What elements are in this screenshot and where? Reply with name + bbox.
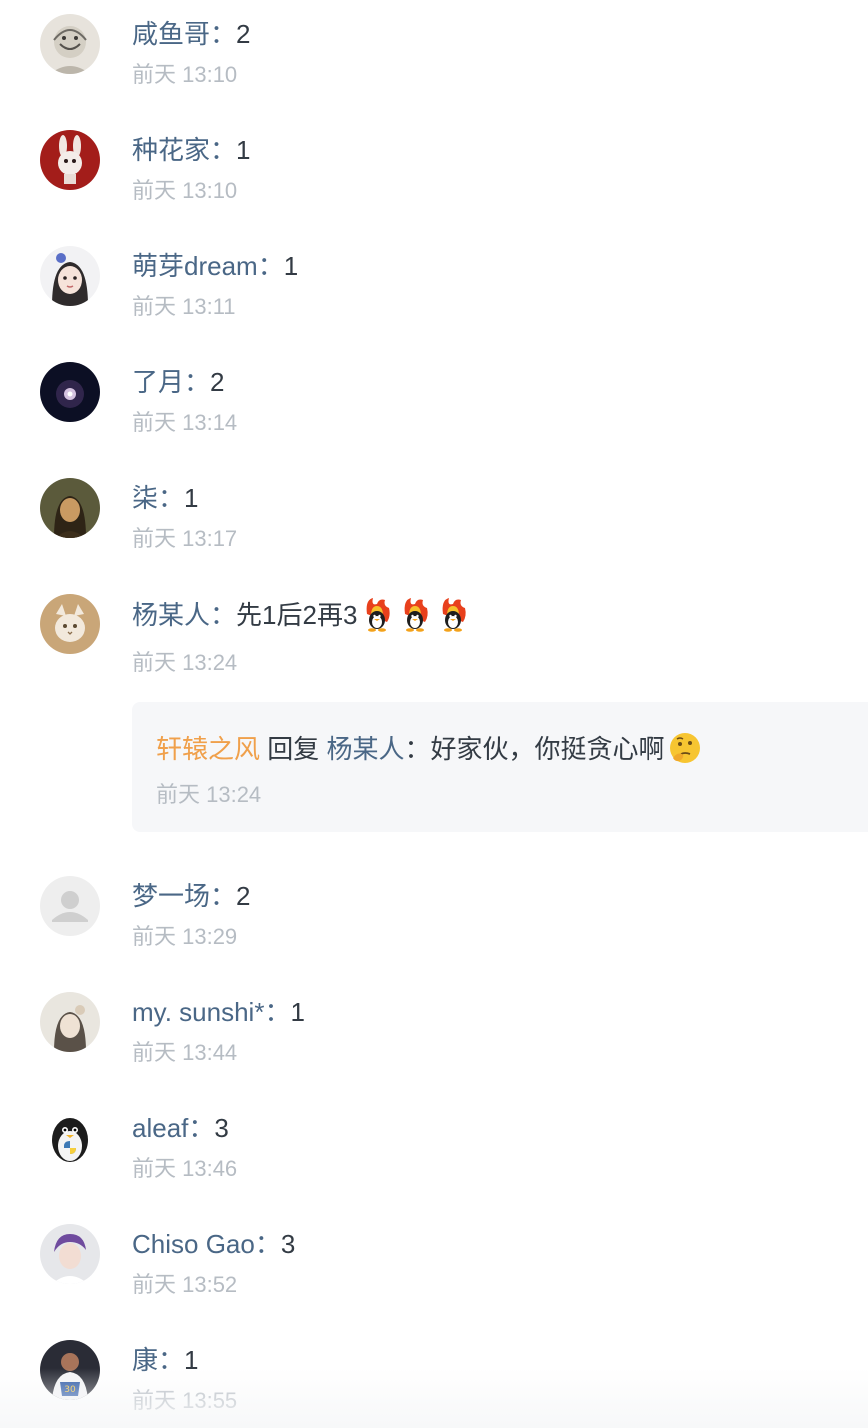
avatar-girl-icon [40, 246, 100, 306]
comment-time: 前天 13:10 [132, 62, 238, 87]
avatar[interactable] [40, 362, 100, 422]
avatar[interactable] [40, 1224, 100, 1284]
comment-author-link[interactable]: 康 [132, 1345, 158, 1375]
comment-author-link[interactable]: 杨某人 [132, 600, 210, 630]
comment-line: 梦一场：2 [132, 878, 251, 914]
comment-time: 前天 13:14 [132, 410, 238, 435]
colon: ： [210, 19, 237, 49]
avatar[interactable] [40, 594, 100, 654]
comment-time: 前天 13:44 [132, 1040, 238, 1065]
comment-time: 前天 13:52 [132, 1272, 238, 1297]
comment-text: 1 [184, 1345, 199, 1375]
reply-text: 好家伙，你挺贪心啊 [430, 734, 665, 764]
thinking-face-emoji-icon [667, 730, 703, 766]
avatar-photo-icon [40, 1224, 100, 1284]
colon: ： [158, 1345, 185, 1375]
comment-text: 1 [283, 251, 299, 281]
comment-text: 2 [236, 19, 251, 49]
avatar-cat-icon [40, 594, 100, 654]
comment-text: 2 [210, 367, 225, 397]
comment-line: my. sunshi*：1 [132, 994, 305, 1030]
avatar-sketch-icon [40, 14, 100, 74]
svg-text:30: 30 [64, 1385, 76, 1395]
avatar-portrait-icon [40, 478, 100, 538]
fire-penguin-emoji-icon [397, 596, 433, 632]
avatar-illustration-icon [40, 992, 100, 1052]
default-avatar-icon [40, 876, 100, 936]
comment-author-link[interactable]: my. sunshi* [132, 997, 264, 1027]
avatar[interactable] [40, 1108, 100, 1168]
comment-line: 咸鱼哥：2 [132, 16, 251, 52]
colon: ： [184, 367, 211, 397]
avatar[interactable] [40, 478, 100, 538]
comment-text: 2 [236, 881, 251, 911]
comment-line: Chiso Gao：3 [132, 1226, 295, 1262]
fire-penguin-emoji-icon [359, 596, 395, 632]
avatar-dark-glow-icon [40, 362, 100, 422]
comment-author-link[interactable]: 咸鱼哥 [132, 19, 210, 49]
colon: ： [210, 600, 237, 630]
reply-target-link[interactable]: 杨某人 [326, 734, 404, 764]
avatar[interactable] [40, 876, 100, 936]
colon: ： [158, 483, 185, 513]
comment-text: 1 [236, 135, 251, 165]
avatar[interactable] [40, 14, 100, 74]
avatar-rabbit-icon [40, 130, 100, 190]
colon: ： [264, 997, 291, 1027]
comment-time: 前天 13:46 [132, 1156, 238, 1181]
comment-line: 萌芽dream：1 [132, 248, 298, 284]
comment-author-link[interactable]: 萌芽dream [132, 251, 258, 281]
comment-time: 前天 13:10 [132, 178, 238, 203]
comment-text: 3 [280, 1229, 296, 1259]
comment-text: 3 [214, 1113, 229, 1143]
reply-author-link[interactable]: 轩辕之风 [156, 734, 260, 764]
reply-line: 轩辕之风 回复 杨某人：好家伙，你挺贪心啊 [156, 730, 703, 767]
avatar[interactable] [40, 246, 100, 306]
comment-line: 了月：2 [132, 364, 225, 400]
comment-line: 柒：1 [132, 480, 199, 516]
avatar-basketball-player-icon: 30 [40, 1340, 100, 1400]
comment-time: 前天 13:11 [132, 294, 236, 319]
colon: ： [257, 251, 284, 281]
comment-author-link[interactable]: aleaf [132, 1113, 188, 1143]
avatar[interactable] [40, 130, 100, 190]
colon: ： [188, 1113, 215, 1143]
comment-text: 1 [184, 483, 199, 513]
comment-text: 1 [290, 997, 305, 1027]
avatar[interactable]: 30 [40, 1340, 100, 1400]
avatar-penguin-icon [40, 1108, 100, 1168]
comment-time: 前天 13:24 [132, 650, 238, 675]
comment-author-link[interactable]: 梦一场 [132, 881, 210, 911]
reply-verb: 回复 [260, 734, 327, 764]
comment-time: 前天 13:17 [132, 526, 238, 551]
colon: ： [254, 1229, 281, 1259]
colon: ： [210, 135, 237, 165]
reply-time: 前天 13:24 [156, 782, 262, 807]
bottom-fade [0, 1368, 868, 1428]
comment-time: 前天 13:29 [132, 924, 238, 949]
colon: ： [210, 881, 237, 911]
reply-box: 轩辕之风 回复 杨某人：好家伙，你挺贪心啊 前天 13:24 [132, 702, 868, 832]
comment-time: 前天 13:55 [132, 1388, 238, 1413]
comment-line: aleaf：3 [132, 1110, 229, 1146]
comment-author-link[interactable]: 了月 [132, 367, 184, 397]
avatar[interactable] [40, 992, 100, 1052]
comment-author-link[interactable]: Chiso Gao [132, 1229, 255, 1259]
comment-text: 先1后2再3 [236, 600, 358, 630]
comment-line: 康：1 [132, 1342, 199, 1378]
comment-author-link[interactable]: 种花家 [132, 135, 210, 165]
comment-author-link[interactable]: 柒 [132, 483, 158, 513]
comment-line: 杨某人：先1后2再3 [132, 596, 471, 632]
fire-penguin-emoji-icon [435, 596, 471, 632]
colon: ： [404, 734, 431, 764]
comment-line: 种花家：1 [132, 132, 251, 168]
